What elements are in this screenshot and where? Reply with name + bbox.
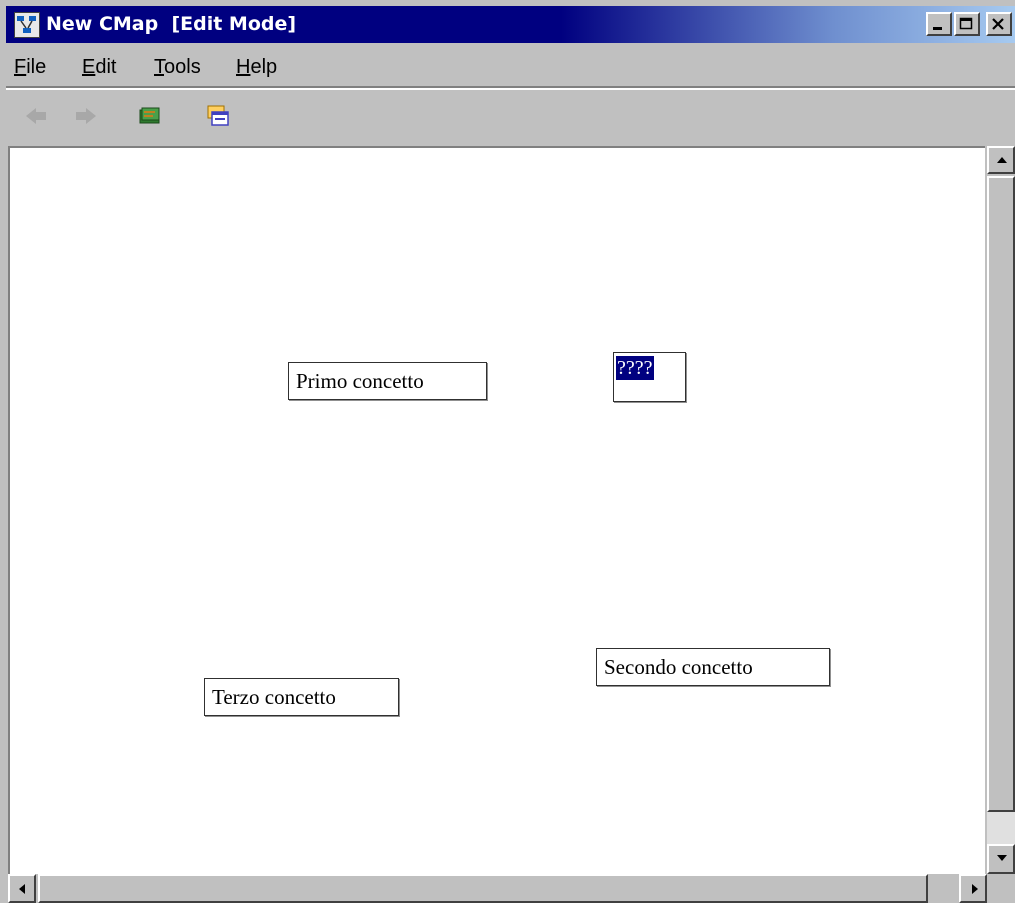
minimize-button[interactable]: [926, 12, 952, 36]
cmap-app-icon[interactable]: [14, 12, 40, 38]
maximize-button[interactable]: [954, 12, 980, 36]
minimize-icon: [933, 27, 942, 30]
book-button[interactable]: [136, 102, 164, 130]
menu-file[interactable]: File: [14, 55, 46, 79]
vertical-scroll-thumb[interactable]: [987, 176, 1015, 812]
title-bar[interactable]: New CMap [Edit Mode]: [6, 6, 1015, 43]
vertical-scrollbar[interactable]: [987, 146, 1015, 874]
arrow-up-icon: [997, 157, 1007, 163]
link-label-editor[interactable]: ????: [613, 352, 686, 402]
forward-button[interactable]: [72, 102, 100, 130]
maximize-icon: [959, 17, 973, 30]
close-icon: [992, 18, 1004, 30]
concept-label: Primo concetto: [296, 369, 424, 393]
arrow-right-icon: [972, 884, 978, 894]
menu-help[interactable]: Help: [236, 55, 277, 79]
book-icon: [139, 107, 160, 124]
close-button[interactable]: [986, 12, 1012, 36]
concept-secondo[interactable]: Secondo concetto: [596, 648, 830, 686]
menu-tools[interactable]: Tools: [154, 55, 201, 79]
cmap-window: New CMap [Edit Mode] File Edit Tools Hel…: [0, 0, 1015, 903]
toolbar: [6, 92, 1015, 140]
scroll-right-button[interactable]: [959, 874, 987, 903]
horizontal-scroll-thumb[interactable]: [38, 874, 928, 903]
concept-label: Terzo concetto: [212, 685, 336, 709]
scroll-left-button[interactable]: [8, 874, 36, 903]
back-button[interactable]: [22, 102, 50, 130]
vertical-scroll-track[interactable]: [987, 812, 1015, 844]
cmap-canvas[interactable]: Primo concetto ???? Secondo concetto Ter…: [8, 146, 985, 874]
menu-bar: File Edit Tools Help: [6, 50, 1015, 84]
window-button[interactable]: [204, 102, 232, 130]
scroll-down-button[interactable]: [987, 844, 1015, 874]
concept-terzo[interactable]: Terzo concetto: [204, 678, 399, 716]
window-icon: [207, 105, 229, 126]
link-label-selection[interactable]: ????: [616, 356, 654, 380]
concept-primo[interactable]: Primo concetto: [288, 362, 487, 400]
horizontal-scrollbar[interactable]: [8, 874, 987, 903]
menu-edit[interactable]: Edit: [82, 55, 116, 79]
window-title: New CMap [Edit Mode]: [46, 13, 297, 35]
resize-grip[interactable]: [987, 874, 1015, 903]
forward-arrow-icon: [76, 108, 96, 124]
scroll-up-button[interactable]: [987, 146, 1015, 174]
concept-label: Secondo concetto: [604, 655, 753, 679]
menu-divider-highlight: [6, 88, 1015, 90]
back-arrow-icon: [26, 108, 46, 124]
arrow-left-icon: [19, 884, 25, 894]
arrow-down-icon: [997, 855, 1007, 861]
